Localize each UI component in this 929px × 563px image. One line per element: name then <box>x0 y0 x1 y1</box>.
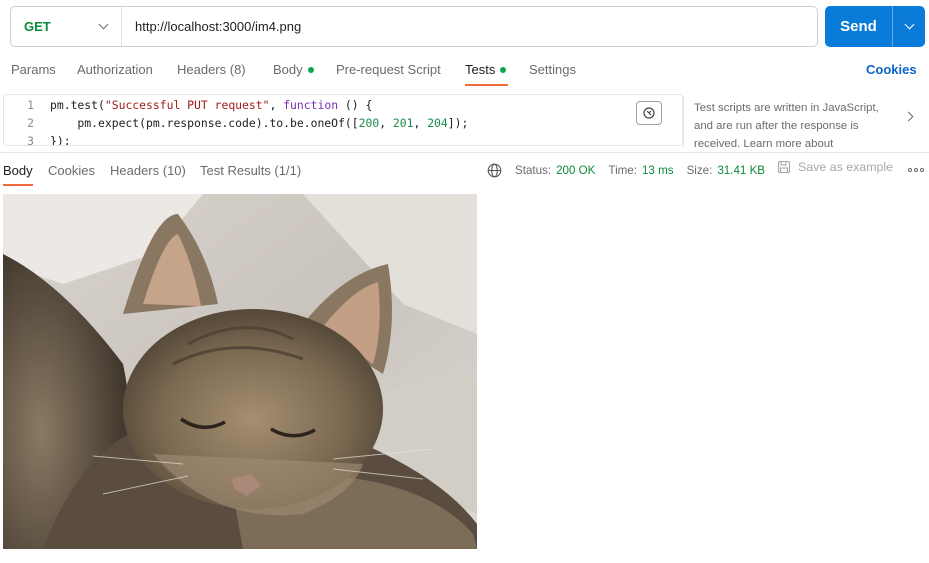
tab-body-label: Body <box>273 62 303 77</box>
magic-wand-icon <box>643 107 655 119</box>
save-as-example-label: Save as example <box>798 160 894 174</box>
save-icon <box>777 160 791 174</box>
tab-params[interactable]: Params <box>11 62 56 77</box>
line-number: 3 <box>27 134 34 146</box>
response-tab-test-results[interactable]: Test Results (1/1) <box>200 163 301 178</box>
tests-indicator-dot <box>500 66 507 73</box>
send-group: Send <box>825 6 925 47</box>
help-text: Test scripts are written in JavaScript, … <box>694 102 879 150</box>
tests-script-editor[interactable]: 1 pm.test("Successful PUT request", funct… <box>3 94 683 146</box>
response-image-preview <box>3 194 477 549</box>
method-select[interactable]: GET <box>11 7 122 46</box>
time-value[interactable]: 13 ms <box>642 164 674 177</box>
test-scripts-help-panel: Test scripts are written in JavaScript, … <box>683 96 918 150</box>
send-button[interactable]: Send <box>825 6 892 47</box>
tab-authorization[interactable]: Authorization <box>77 62 153 77</box>
size-label: Size: <box>686 163 713 177</box>
response-status-bar: Status: 200 OK Time: 13 ms Size: 31.41 K… <box>487 160 765 180</box>
tab-tests[interactable]: Tests <box>465 62 509 86</box>
url-bar: GET <box>10 6 818 47</box>
tab-tests-label: Tests <box>465 62 496 77</box>
response-tab-cookies[interactable]: Cookies <box>48 163 95 178</box>
url-input[interactable] <box>122 7 817 46</box>
code-text: }); <box>50 134 71 146</box>
line-number: 2 <box>27 116 34 130</box>
method-label: GET <box>24 19 51 34</box>
tab-body[interactable]: Body <box>273 62 314 77</box>
more-horizontal-icon[interactable] <box>908 168 924 172</box>
status-value[interactable]: 200 OK <box>556 164 595 177</box>
cookies-link[interactable]: Cookies <box>866 62 917 77</box>
code-text: pm.test("Successful PUT request", functi… <box>50 98 373 112</box>
tab-pre-request-script[interactable]: Pre-request Script <box>336 62 441 77</box>
cat-photo <box>3 194 477 549</box>
tab-headers[interactable]: Headers (8) <box>177 62 246 77</box>
request-tabs: Params Authorization Headers (8) Body Pr… <box>0 52 929 88</box>
code-line: 2 pm.expect(pm.response.code).to.be.oneO… <box>4 114 468 132</box>
code-line: 1 pm.test("Successful PUT request", funct… <box>4 96 372 114</box>
code-text: pm.expect(pm.response.code).to.be.oneOf(… <box>50 116 469 130</box>
body-indicator-dot <box>307 66 314 73</box>
code-line: 3}); <box>4 132 71 146</box>
chevron-down-icon <box>98 19 109 30</box>
send-dropdown-button[interactable] <box>892 6 925 47</box>
chevron-down-icon <box>904 19 914 30</box>
save-as-example-button[interactable]: Save as example <box>777 160 893 174</box>
magic-wand-button[interactable] <box>636 101 662 125</box>
size-value[interactable]: 31.41 KB <box>717 164 765 177</box>
response-tab-body[interactable]: Body <box>3 163 33 186</box>
response-tab-headers[interactable]: Headers (10) <box>110 163 186 178</box>
tab-settings[interactable]: Settings <box>529 62 576 77</box>
line-number: 1 <box>27 98 34 112</box>
section-divider <box>0 152 929 153</box>
chevron-right-icon[interactable] <box>903 111 914 122</box>
time-label: Time: <box>608 163 637 177</box>
globe-icon[interactable] <box>487 163 502 178</box>
status-label: Status: <box>515 163 552 177</box>
